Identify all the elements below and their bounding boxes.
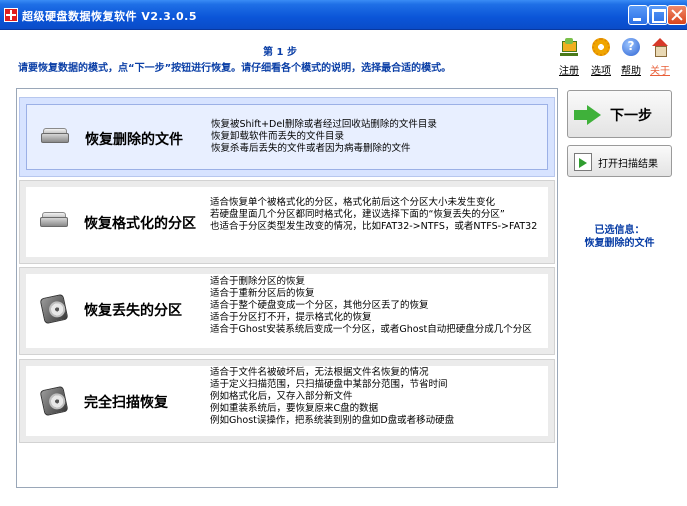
description-line: 适于定义扫描范围，只扫描硬盘中某部分范围，节省时间	[210, 379, 448, 390]
minimize-button[interactable]	[628, 5, 648, 25]
mode-card-full-scan[interactable]: 完全扫描恢复 适合于文件名被破坏后，无法根据文件名恢复的情况 适于定义扫描范围，…	[19, 359, 555, 443]
next-step-button[interactable]: 下一步	[567, 90, 672, 138]
description-line: 恢复卸载软件而丢失的文件目录	[211, 131, 345, 142]
house-icon	[651, 38, 669, 57]
open-scan-results-button[interactable]: 打开扫描结果	[567, 145, 672, 177]
description-line: 适合恢复单个被格式化的分区，格式化前后这个分区大小未发生变化	[210, 197, 496, 208]
description-line: 例如Ghost误操作，把系统装到别的盘如D盘或者移动硬盘	[210, 415, 455, 426]
about-link[interactable]: 关于	[646, 38, 674, 78]
description-line: 恢复被Shift+Del删除或者经过回收站删除的文件目录	[211, 119, 437, 130]
hard-disk-icon	[39, 385, 70, 417]
description-line: 适合于分区打不开，提示格式化的恢复	[210, 312, 372, 323]
drive-icon	[40, 209, 70, 235]
mode-name: 恢复格式化的分区	[84, 216, 196, 232]
options-label: 选项	[591, 66, 611, 77]
help-label: 帮助	[621, 66, 641, 77]
mode-name: 完全扫描恢复	[84, 395, 168, 411]
window-title: 超级硬盘数据恢复软件 V2.3.0.5	[22, 10, 197, 23]
register-link[interactable]: 注册	[555, 38, 583, 78]
mode-card-body: 恢复格式化的分区 适合恢复单个被格式化的分区，格式化前后这个分区大小未发生变化 …	[26, 187, 548, 257]
maximize-button[interactable]	[648, 5, 668, 25]
description-line: 适合于重新分区后的恢复	[210, 288, 315, 299]
selected-info-label: 已选信息：	[594, 225, 645, 236]
mode-name: 恢复删除的文件	[85, 132, 183, 148]
description-line: 也适合于分区类型发生改变的情况，比如FAT32->NTFS，或者NTFS->FA…	[210, 221, 538, 232]
mode-card-recover-formatted[interactable]: 恢复格式化的分区 适合恢复单个被格式化的分区，格式化前后这个分区大小未发生变化 …	[19, 180, 555, 264]
description-line: 例如格式化后，又存入部分新文件	[210, 391, 353, 402]
description-line: 若硬盘里面几个分区都同时格式化，建议选择下面的“恢复丢失的分区”	[210, 209, 505, 220]
app-icon	[4, 8, 18, 22]
gear-icon	[592, 38, 610, 56]
mode-card-body: 完全扫描恢复 适合于文件名被破坏后，无法根据文件名恢复的情况 适于定义扫描范围，…	[26, 366, 548, 436]
selected-info: 已选信息： 恢复删除的文件	[567, 224, 672, 250]
mode-description: 适合于删除分区的恢复 适合于重新分区后的恢复 适合于整个硬盘变成一个分区，其他分…	[210, 276, 532, 336]
help-link[interactable]: 帮助	[617, 38, 645, 78]
description-line: 适合于整个硬盘变成一个分区，其他分区丢了的恢复	[210, 300, 429, 311]
mode-card-body: 恢复删除的文件 恢复被Shift+Del删除或者经过回收站删除的文件目录 恢复卸…	[26, 104, 548, 170]
open-scan-results-label: 打开扫描结果	[598, 159, 658, 170]
cart-icon	[560, 38, 578, 56]
about-label: 关于	[650, 66, 670, 77]
next-step-label: 下一步	[610, 108, 652, 124]
mode-description: 适合于文件名被破坏后，无法根据文件名恢复的情况 适于定义扫描范围，只扫描硬盘中某…	[210, 367, 454, 427]
description-line: 适合于删除分区的恢复	[210, 276, 306, 287]
mode-list-panel: 恢复删除的文件 恢复被Shift+Del删除或者经过回收站删除的文件目录 恢复卸…	[16, 88, 558, 488]
instruction-text: 请要恢复数据的模式，点“下一步”按钮进行恢复。请仔细看各个模式的说明，选择最合适…	[18, 63, 452, 74]
top-links: 注册 选项 帮助 关于	[555, 38, 685, 78]
help-icon	[622, 38, 640, 56]
description-line: 适合于文件名被破坏后，无法根据文件名恢复的情况	[210, 367, 429, 378]
mode-card-body: 恢复丢失的分区 适合于删除分区的恢复 适合于重新分区后的恢复 适合于整个硬盘变成…	[26, 274, 548, 348]
mode-description: 恢复被Shift+Del删除或者经过回收站删除的文件目录 恢复卸载软件而丢失的文…	[211, 119, 437, 155]
description-line: 恢复杀毒后丢失的文件或者因为病毒删除的文件	[211, 143, 411, 154]
mode-description: 适合恢复单个被格式化的分区，格式化前后这个分区大小未发生变化 若硬盘里面几个分区…	[210, 197, 537, 233]
selected-info-value: 恢复删除的文件	[584, 238, 655, 249]
title-bar[interactable]: 超级硬盘数据恢复软件 V2.3.0.5	[0, 0, 687, 30]
hard-disk-icon	[39, 293, 70, 325]
close-button[interactable]	[667, 5, 687, 25]
mode-card-recover-deleted[interactable]: 恢复删除的文件 恢复被Shift+Del删除或者经过回收站删除的文件目录 恢复卸…	[19, 97, 555, 177]
open-file-icon	[574, 153, 592, 171]
step-title: 第 1 步	[263, 47, 297, 58]
mode-card-recover-lost-partition[interactable]: 恢复丢失的分区 适合于删除分区的恢复 适合于重新分区后的恢复 适合于整个硬盘变成…	[19, 267, 555, 355]
arrow-right-icon	[574, 105, 602, 125]
register-label: 注册	[559, 66, 579, 77]
mode-name: 恢复丢失的分区	[84, 303, 182, 319]
description-line: 例如重装系统后，要恢复原来C盘的数据	[210, 403, 379, 414]
drive-icon	[41, 125, 71, 151]
options-link[interactable]: 选项	[587, 38, 615, 78]
description-line: 适合于Ghost安装系统后变成一个分区，或者Ghost自动把硬盘分成几个分区	[210, 324, 532, 335]
